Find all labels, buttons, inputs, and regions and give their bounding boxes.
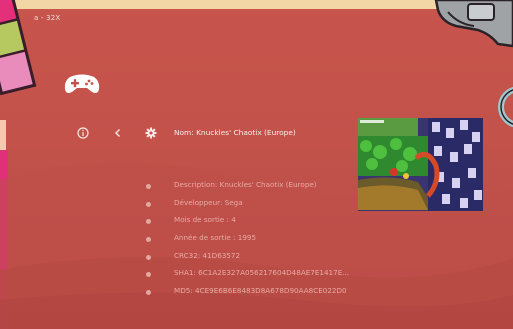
gear-icon[interactable] <box>144 126 158 140</box>
detail-md5: MD5: 4CE9E6B6E8483D8A678D90AA8CE022D0 <box>174 286 347 296</box>
gamepad-icon <box>64 74 100 93</box>
right-ring-decoration <box>498 86 513 128</box>
left-stripe-top <box>0 120 6 150</box>
game-name: Nom: Knuckles' Chaotix (Europe) <box>174 128 296 137</box>
detail-release-month: Mois de sortie : 4 <box>174 215 236 225</box>
bullet <box>146 184 151 189</box>
detail-release-year: Année de sortie : 1995 <box>174 233 257 243</box>
info-icon[interactable] <box>76 126 90 140</box>
bullet <box>146 201 151 207</box>
detail-description: Description: Knuckles' Chaotix (Europe) <box>174 180 317 189</box>
bullet <box>146 254 151 260</box>
screen: a - 32X Nom: Knuckles' Chaotix (Europe) <box>0 0 513 329</box>
detail-crc32: CRC32: 41D63572 <box>174 250 241 260</box>
game-screenshot <box>358 118 483 211</box>
system-title: a - 32X <box>34 14 61 22</box>
right-decoration <box>434 0 513 48</box>
detail-developer: Développeur: Sega <box>174 197 243 207</box>
detail-sha1: SHA1: 6C1A2E327A056217604D48AE7E1417E... <box>174 268 350 278</box>
chevron-left-icon[interactable] <box>111 126 125 140</box>
